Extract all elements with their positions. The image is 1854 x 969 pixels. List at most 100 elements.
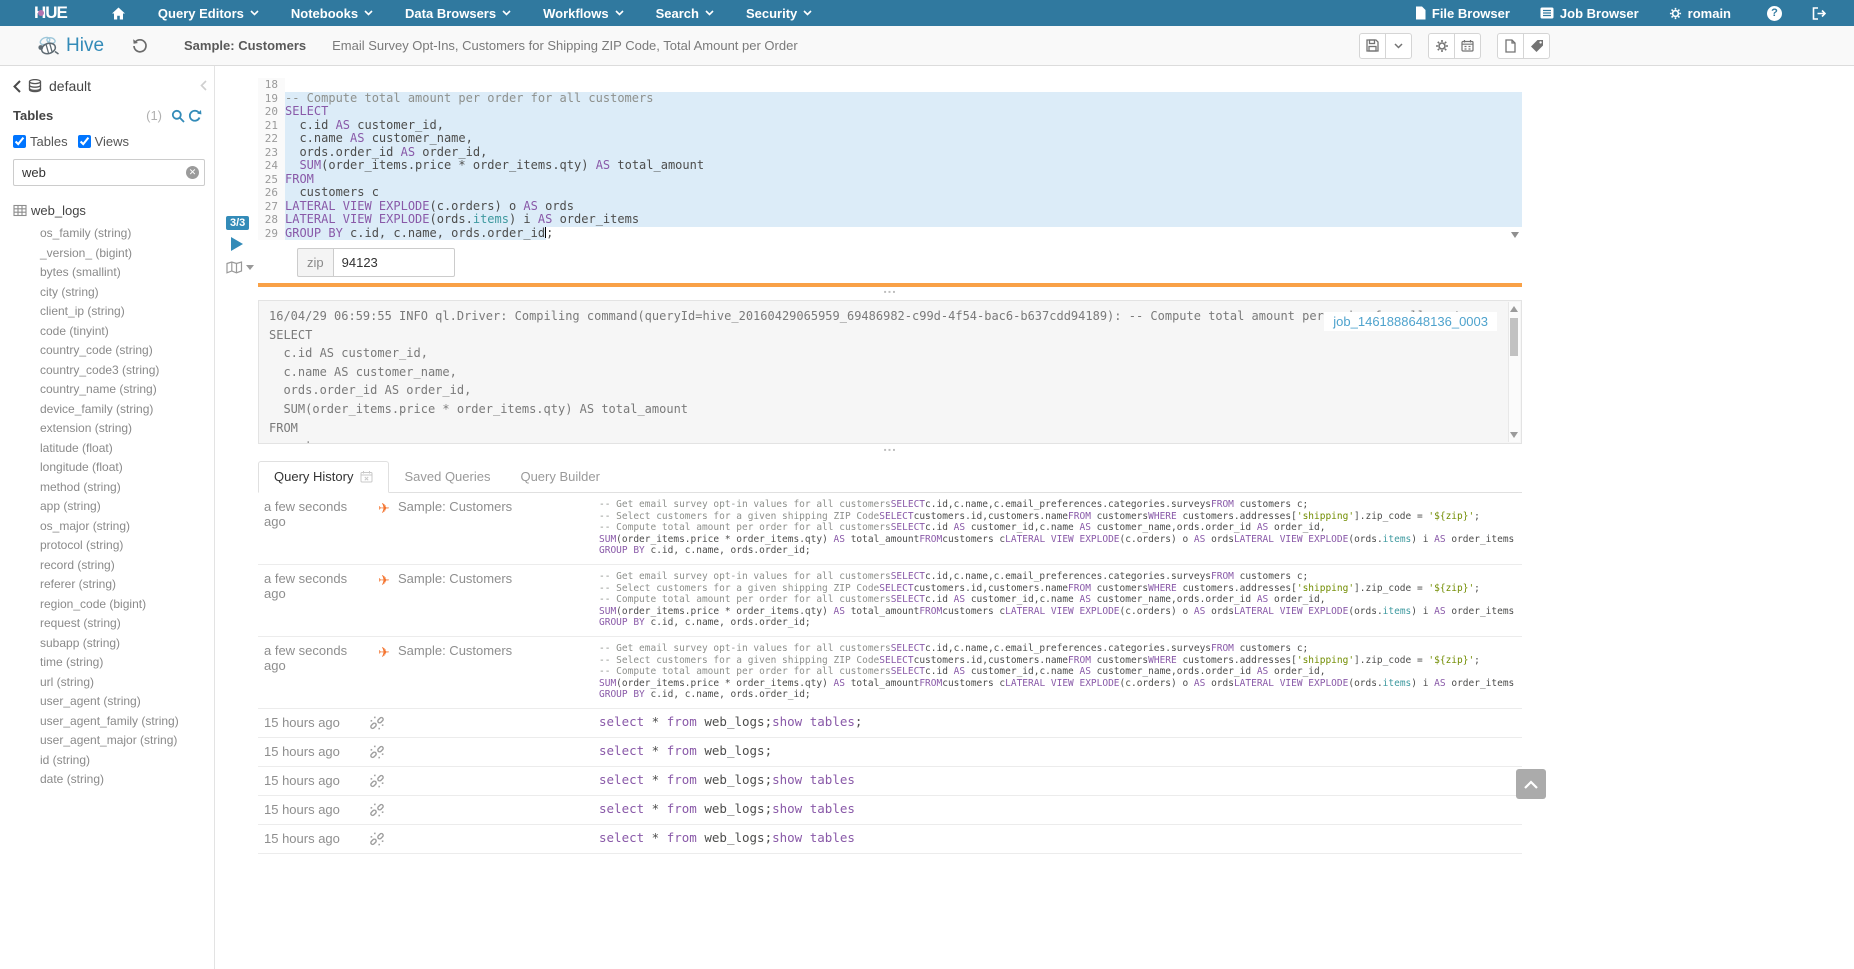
job-link[interactable]: job_1461888648136_0003 — [1324, 312, 1497, 331]
column-item[interactable]: method (string) — [13, 478, 214, 498]
scroll-to-top-button[interactable] — [1516, 769, 1546, 799]
editor-lines: 1819-- Compute total amount per order fo… — [258, 78, 1522, 240]
job-browser-link[interactable]: Job Browser — [1540, 6, 1639, 21]
gears-icon — [1435, 39, 1449, 53]
plane-icon: ✈ — [378, 572, 390, 588]
back-icon[interactable] — [13, 80, 21, 93]
tags-button[interactable] — [1523, 33, 1550, 59]
column-item[interactable]: extension (string) — [13, 419, 214, 439]
column-item[interactable]: user_agent_major (string) — [13, 731, 214, 751]
column-item[interactable]: device_family (string) — [13, 400, 214, 420]
hue-logo[interactable]: HUE — [34, 3, 67, 23]
column-item[interactable]: client_ip (string) — [13, 302, 214, 322]
column-item[interactable]: referer (string) — [13, 575, 214, 595]
column-item[interactable]: id (string) — [13, 751, 214, 771]
column-item[interactable]: country_name (string) — [13, 380, 214, 400]
save-dropdown-button[interactable] — [1385, 33, 1412, 59]
variable-zip-input[interactable] — [333, 248, 455, 277]
column-item[interactable]: city (string) — [13, 283, 214, 303]
column-item[interactable]: subapp (string) — [13, 634, 214, 654]
menu-query-editors[interactable]: Query Editors — [158, 6, 259, 21]
database-name[interactable]: default — [49, 78, 91, 94]
scrollbar-thumb[interactable] — [1510, 318, 1518, 356]
user-name: romain — [1688, 6, 1731, 21]
execute-button[interactable] — [231, 237, 243, 251]
sql-editor[interactable]: 1819-- Compute total amount per order fo… — [258, 78, 1522, 242]
scroll-down-icon[interactable] — [1510, 432, 1518, 438]
column-item[interactable]: url (string) — [13, 673, 214, 693]
column-item[interactable]: user_agent (string) — [13, 692, 214, 712]
column-item[interactable]: country_code (string) — [13, 341, 214, 361]
sidebar-collapse-icon[interactable] — [200, 80, 207, 91]
new-document-button[interactable] — [1497, 33, 1524, 59]
column-item[interactable]: _version_ (bigint) — [13, 244, 214, 264]
query-log-panel[interactable]: 16/04/29 06:59:55 INFO ql.Driver: Compil… — [258, 300, 1522, 444]
table-item-web-logs[interactable]: web_logs — [13, 203, 214, 218]
column-item[interactable]: record (string) — [13, 556, 214, 576]
log-line: SUM(order_items.price * order_items.qty)… — [269, 400, 1497, 419]
menu-workflows[interactable]: Workflows — [543, 6, 624, 21]
log-scrollbar[interactable] — [1508, 302, 1520, 442]
plane-icon: ✈ — [378, 644, 390, 660]
save-button[interactable] — [1359, 33, 1386, 59]
refresh-icon[interactable] — [188, 109, 202, 123]
file-browser-link[interactable]: File Browser — [1415, 6, 1510, 21]
column-item[interactable]: time (string) — [13, 653, 214, 673]
history-row[interactable]: 15 hours ago select * from web_logs;show… — [258, 767, 1522, 796]
logout-icon[interactable] — [1812, 7, 1826, 20]
history-row[interactable]: 15 hours ago select * from web_logs;show… — [258, 796, 1522, 825]
settings-button[interactable] — [1428, 33, 1455, 59]
tab-query-history[interactable]: Query History — [258, 461, 389, 493]
search-icon[interactable] — [171, 109, 185, 123]
column-item[interactable]: protocol (string) — [13, 536, 214, 556]
schedule-button[interactable] — [1454, 33, 1481, 59]
column-item[interactable]: country_code3 (string) — [13, 361, 214, 381]
log-resize-handle[interactable]: ■■■ — [884, 289, 897, 294]
navigator-map-button[interactable] — [226, 261, 254, 274]
menu-search[interactable]: Search — [656, 6, 714, 21]
home-icon[interactable] — [111, 7, 126, 20]
column-item[interactable]: os_family (string) — [13, 224, 214, 244]
help-icon[interactable]: ? — [1767, 6, 1782, 21]
column-item[interactable]: app (string) — [13, 497, 214, 517]
tables-checkbox-input[interactable] — [13, 135, 26, 148]
column-item[interactable]: code (tinyint) — [13, 322, 214, 342]
menu-notebooks[interactable]: Notebooks — [291, 6, 373, 21]
tab-saved-queries[interactable]: Saved Queries — [389, 462, 505, 492]
history-row[interactable]: 15 hours ago select * from web_logs;show… — [258, 825, 1522, 854]
column-item[interactable]: bytes (smallint) — [13, 263, 214, 283]
hive-brand[interactable]: Hive — [36, 35, 104, 57]
clear-search-icon[interactable]: ✕ — [186, 166, 199, 179]
history-row[interactable]: 15 hours ago select * from web_logs; — [258, 738, 1522, 767]
column-item[interactable]: date (string) — [13, 770, 214, 790]
log-line: customers c — [269, 437, 1497, 444]
column-item[interactable]: os_major (string) — [13, 517, 214, 537]
hive-bee-icon — [36, 35, 60, 57]
views-checkbox[interactable]: Views — [78, 134, 129, 149]
column-item[interactable]: region_code (bigint) — [13, 595, 214, 615]
menu-data-browsers[interactable]: Data Browsers — [405, 6, 511, 21]
column-item[interactable]: longitude (float) — [13, 458, 214, 478]
history-timestamp: 15 hours ago — [258, 744, 370, 759]
history-row[interactable]: 15 hours ago select * from web_logs;show… — [258, 709, 1522, 738]
views-checkbox-input[interactable] — [78, 135, 91, 148]
history-row[interactable]: a few seconds ago✈Sample: Customers-- Ge… — [258, 493, 1522, 565]
tables-checkbox[interactable]: Tables — [13, 134, 68, 149]
query-history-icon[interactable] — [132, 38, 148, 54]
history-sql-snippet: select * from web_logs; — [599, 744, 1522, 758]
tab-query-builder[interactable]: Query Builder — [505, 462, 614, 492]
assist-sidebar: default Tables (1) Tables Views ✕ — [0, 66, 215, 969]
column-item[interactable]: request (string) — [13, 614, 214, 634]
user-menu[interactable]: romain — [1669, 6, 1737, 21]
history-resize-handle[interactable]: ■■■ — [884, 447, 897, 452]
column-item[interactable]: user_agent_family (string) — [13, 712, 214, 732]
menu-security[interactable]: Security — [746, 6, 812, 21]
history-row[interactable]: a few seconds ago✈Sample: Customers-- Ge… — [258, 637, 1522, 709]
scroll-up-icon[interactable] — [1510, 306, 1518, 312]
history-row[interactable]: a few seconds ago✈Sample: Customers-- Ge… — [258, 565, 1522, 637]
column-item[interactable]: latitude (float) — [13, 439, 214, 459]
editor-scroll-down-icon[interactable] — [1511, 232, 1519, 238]
hue-app-window: HUE Query Editors Notebooks Data Browsers W… — [0, 0, 1854, 969]
log-line: c.name AS customer_name, — [269, 363, 1497, 382]
table-search-input[interactable] — [13, 159, 205, 186]
